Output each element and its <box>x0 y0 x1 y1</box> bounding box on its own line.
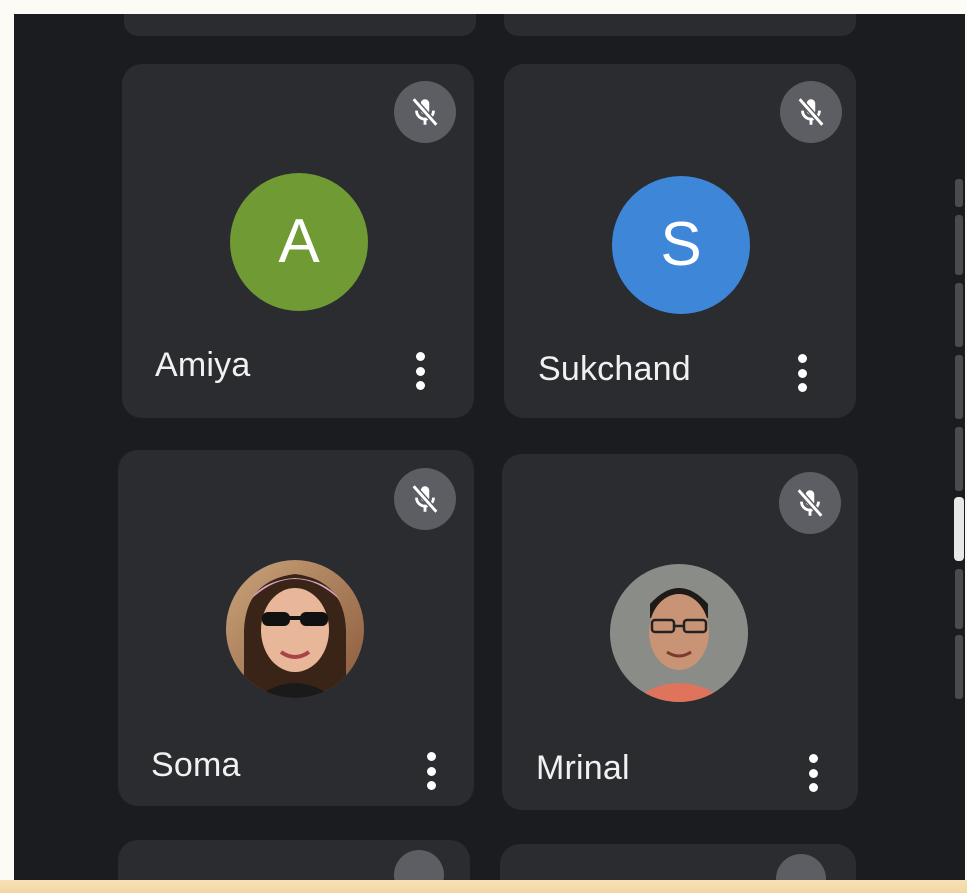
scroll-track <box>955 569 963 629</box>
more-vert-icon[interactable] <box>788 350 816 396</box>
scroll-track <box>955 355 963 419</box>
avatar-photo <box>226 560 364 698</box>
participant-tile-partial[interactable] <box>118 840 470 880</box>
participant-name: Soma <box>151 746 241 784</box>
participant-tile-soma[interactable]: Soma <box>118 450 474 806</box>
mic-off-icon[interactable] <box>776 854 826 880</box>
tile-top-partial-left <box>124 14 476 36</box>
paper-edge <box>0 880 967 893</box>
avatar-photo <box>610 564 748 702</box>
mic-off-icon[interactable] <box>394 81 456 143</box>
scroll-thumb[interactable] <box>954 497 964 561</box>
scroll-track <box>955 635 963 699</box>
scrollbar[interactable] <box>953 179 965 699</box>
more-vert-icon[interactable] <box>406 348 434 394</box>
tile-top-partial-right <box>504 14 856 36</box>
mic-off-icon[interactable] <box>780 81 842 143</box>
photo-frame: A Amiya S Sukchand Soma Mrinal <box>0 0 967 893</box>
scroll-track <box>955 283 963 347</box>
more-vert-icon[interactable] <box>799 750 827 796</box>
participant-tile-amiya[interactable]: A Amiya <box>122 64 474 418</box>
participant-name: Sukchand <box>538 350 691 388</box>
meeting-participant-grid: A Amiya S Sukchand Soma Mrinal <box>14 14 965 880</box>
mic-off-icon[interactable] <box>779 472 841 534</box>
scroll-track <box>955 427 963 491</box>
scroll-track <box>955 179 963 207</box>
mic-off-icon[interactable] <box>394 468 456 530</box>
avatar: A <box>230 173 368 311</box>
participant-tile-partial[interactable] <box>500 844 856 880</box>
participant-tile-sukchand[interactable]: S Sukchand <box>504 64 856 418</box>
avatar-initial: A <box>278 207 320 276</box>
participant-name: Mrinal <box>536 749 630 787</box>
avatar-initial: S <box>660 210 702 279</box>
mic-off-icon[interactable] <box>394 850 444 880</box>
participant-tile-mrinal[interactable]: Mrinal <box>502 454 858 810</box>
scroll-track <box>955 215 963 275</box>
more-vert-icon[interactable] <box>417 748 445 794</box>
avatar: S <box>612 176 750 314</box>
participant-name: Amiya <box>155 346 251 384</box>
